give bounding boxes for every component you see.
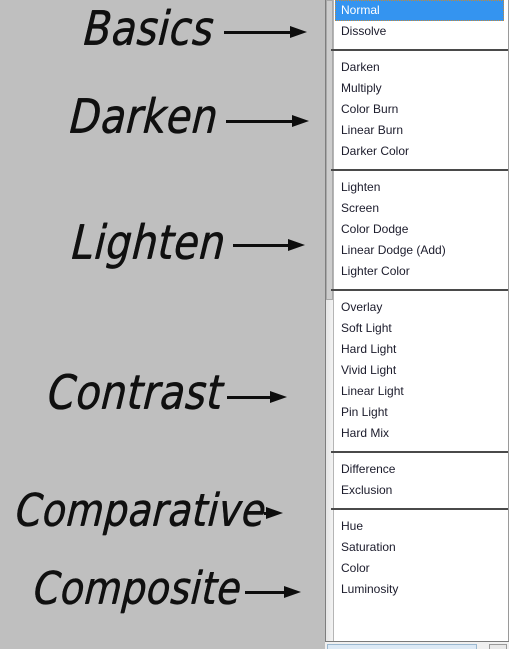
blend-mode-option-dissolve[interactable]: Dissolve: [335, 21, 508, 42]
blend-group-contrast: Overlay Soft Light Hard Light Vivid Ligh…: [335, 297, 508, 444]
blend-group-composite: Hue Saturation Color Luminosity: [335, 516, 508, 600]
blend-group-basics: Normal Dissolve: [335, 0, 508, 42]
annotation-label: Lighten: [70, 215, 228, 271]
annotation-label: Darken: [68, 89, 220, 145]
annotation-label: Comparative: [14, 484, 268, 536]
arrow-right-icon: [225, 115, 309, 127]
annotation-basics: Basics: [82, 2, 307, 56]
annotation-label: Composite: [32, 562, 244, 614]
blend-mode-option-multiply[interactable]: Multiply: [335, 78, 508, 99]
annotation-lighten: Lighten: [70, 216, 306, 270]
annotation-comparative: Comparative: [14, 484, 284, 536]
arrow-right-icon: [223, 26, 307, 38]
bottom-partial-widget: [325, 641, 509, 649]
blend-mode-option-pin-light[interactable]: Pin Light: [335, 402, 508, 423]
blend-mode-option-normal[interactable]: Normal: [335, 0, 504, 21]
blend-mode-option-hard-light[interactable]: Hard Light: [335, 339, 508, 360]
blend-mode-option-exclusion[interactable]: Exclusion: [335, 480, 508, 501]
blend-mode-option-color[interactable]: Color: [335, 558, 508, 579]
blend-mode-option-color-dodge[interactable]: Color Dodge: [335, 219, 508, 240]
blend-mode-option-hard-mix[interactable]: Hard Mix: [335, 423, 508, 444]
blend-mode-option-darken[interactable]: Darken: [335, 57, 508, 78]
scrollbar-thumb[interactable]: [326, 0, 333, 300]
arrow-right-icon: [226, 391, 287, 403]
arrow-right-icon: [263, 507, 284, 519]
blend-mode-option-lighten[interactable]: Lighten: [335, 177, 508, 198]
annotation-contrast: Contrast: [46, 366, 287, 420]
blend-mode-option-linear-light[interactable]: Linear Light: [335, 381, 508, 402]
vertical-scrollbar[interactable]: [325, 0, 334, 649]
blend-mode-option-hue[interactable]: Hue: [335, 516, 508, 537]
blend-group-lighten: Lighten Screen Color Dodge Linear Dodge …: [335, 177, 508, 282]
blend-mode-option-vivid-light[interactable]: Vivid Light: [335, 360, 508, 381]
blend-mode-option-soft-light[interactable]: Soft Light: [335, 318, 508, 339]
annotation-darken: Darken: [68, 90, 309, 144]
annotation-label: Contrast: [46, 365, 225, 421]
bottom-widget-field: [327, 644, 477, 649]
blend-mode-option-color-burn[interactable]: Color Burn: [335, 99, 508, 120]
blend-mode-list: Normal Dissolve Darken Multiply Color Bu…: [331, 0, 508, 649]
blend-mode-option-linear-dodge-add[interactable]: Linear Dodge (Add): [335, 240, 508, 261]
blend-mode-option-saturation[interactable]: Saturation: [335, 537, 508, 558]
blend-mode-dropdown[interactable]: Normal Dissolve Darken Multiply Color Bu…: [325, 0, 509, 649]
annotation-composite: Composite: [32, 562, 302, 614]
blend-mode-option-linear-burn[interactable]: Linear Burn: [335, 120, 508, 141]
arrow-right-icon: [233, 239, 306, 251]
blend-group-darken: Darken Multiply Color Burn Linear Burn D…: [335, 57, 508, 162]
blend-mode-option-overlay[interactable]: Overlay: [335, 297, 508, 318]
group-separator: [331, 42, 508, 57]
group-separator: [331, 162, 508, 177]
annotation-pane: Basics Darken Lighten Contrast Comparati…: [0, 0, 325, 649]
blend-mode-reference-screenshot: Basics Darken Lighten Contrast Comparati…: [0, 0, 509, 649]
group-separator: [331, 282, 508, 297]
group-separator: [331, 444, 508, 459]
blend-group-comparative: Difference Exclusion: [335, 459, 508, 501]
annotation-label: Basics: [82, 1, 216, 57]
blend-mode-option-difference[interactable]: Difference: [335, 459, 508, 480]
blend-mode-option-lighter-color[interactable]: Lighter Color: [335, 261, 508, 282]
blend-mode-option-darker-color[interactable]: Darker Color: [335, 141, 508, 162]
arrow-right-icon: [245, 586, 302, 598]
group-separator: [331, 501, 508, 516]
blend-mode-option-screen[interactable]: Screen: [335, 198, 508, 219]
bottom-widget-button: [489, 644, 507, 649]
blend-mode-option-luminosity[interactable]: Luminosity: [335, 579, 508, 600]
